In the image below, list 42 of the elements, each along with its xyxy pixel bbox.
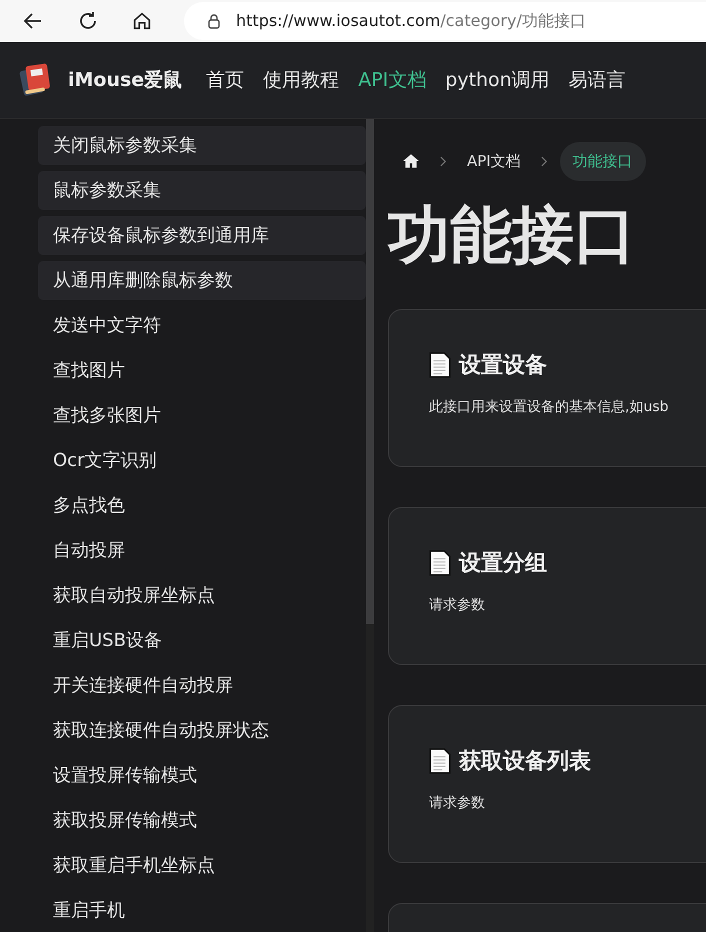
breadcrumb-link[interactable]: 功能接口 [560, 142, 646, 180]
sidebar-item[interactable]: Ocr文字识别 [38, 441, 366, 480]
nav-link[interactable]: 使用教程 [263, 67, 340, 93]
card-description: 请求参数 [429, 596, 486, 614]
address-bar[interactable]: https://www.iosautot.com/category/功能接口 [184, 2, 706, 40]
nav-link[interactable]: API文档 [358, 67, 426, 93]
nav-link[interactable]: python调用 [445, 67, 550, 93]
sidebar-item[interactable]: 查找多张图片 [38, 396, 366, 435]
breadcrumb-link[interactable]: API文档 [467, 152, 521, 170]
scrollbar-thumb[interactable] [366, 119, 374, 624]
card-description: 请求参数 [429, 794, 486, 812]
sidebar-item[interactable]: 重启USB设备 [38, 621, 366, 660]
document-icon [429, 550, 451, 576]
card-title[interactable]: 设置设备 [459, 350, 547, 380]
card-title[interactable]: 设置分组 [459, 548, 547, 578]
sidebar-item[interactable]: 发送中文字符 [38, 306, 366, 345]
nav-link[interactable]: 首页 [206, 67, 244, 93]
sidebar-item[interactable]: 自动投屏 [38, 531, 366, 570]
sidebar-item[interactable]: 获取重启手机坐标点 [38, 846, 366, 885]
document-icon [429, 352, 451, 378]
sidebar-item[interactable]: 查找图片 [38, 351, 366, 390]
site-name[interactable]: iMouse爱鼠 [68, 67, 182, 93]
home-icon[interactable] [131, 10, 153, 32]
nav-link[interactable]: 易语言 [568, 67, 626, 93]
sidebar-item[interactable]: 关闭鼠标参数采集 [38, 126, 366, 165]
sidebar-item[interactable]: 设置投屏传输模式 [38, 756, 366, 795]
sidebar-item[interactable]: 获取自动投屏坐标点 [38, 576, 366, 615]
document-icon [429, 748, 451, 774]
url-text: https://www.iosautot.com/category/功能接口 [236, 10, 586, 32]
sidebar-item[interactable]: 鼠标参数采集 [38, 171, 366, 210]
sidebar-item[interactable]: 获取投屏传输模式 [38, 801, 366, 840]
sidebar-item[interactable]: 保存设备鼠标参数到通用库 [38, 216, 366, 255]
sidebar-item[interactable]: 重启手机 [38, 891, 366, 930]
page-title: 功能接口 [388, 197, 637, 273]
card-title[interactable]: 获取设备列表 [459, 746, 591, 776]
card-description: 此接口用来设置设备的基本信息,如usb [429, 398, 670, 416]
sidebar-item[interactable]: 从通用库删除鼠标参数 [38, 261, 366, 300]
home-icon[interactable] [402, 152, 420, 170]
lock-icon [206, 13, 222, 29]
sidebar-item[interactable]: 多点找色 [38, 486, 366, 525]
sidebar-item[interactable]: 获取连接硬件自动投屏状态 [38, 711, 366, 750]
sidebar-item[interactable]: 开关连接硬件自动投屏 [38, 666, 366, 705]
